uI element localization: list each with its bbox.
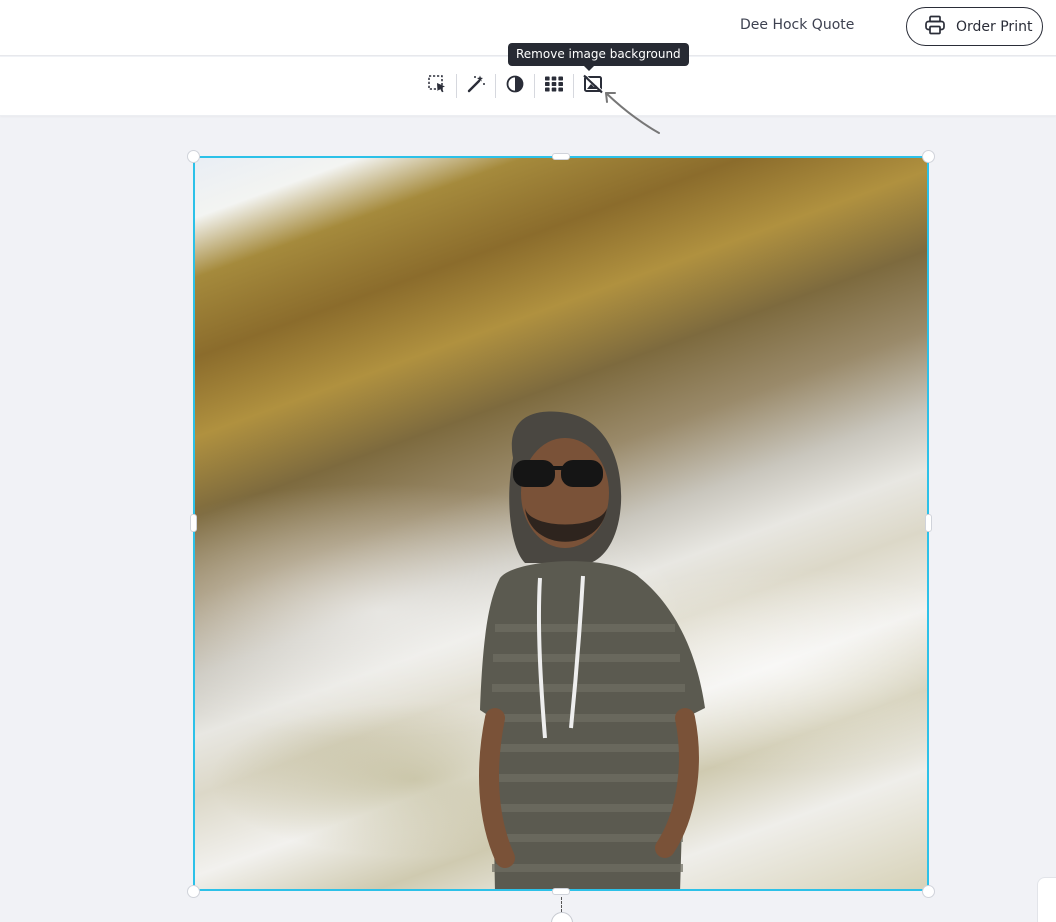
select-area-icon: [427, 74, 447, 98]
rotate-guide-line: [561, 897, 562, 912]
selected-photo[interactable]: [193, 156, 929, 891]
resize-handle-top-right[interactable]: [922, 150, 935, 163]
resize-handle-left[interactable]: [190, 514, 197, 532]
document-title[interactable]: Dee Hock Quote: [740, 17, 854, 33]
toolbar-tools: [418, 71, 612, 101]
printer-icon: [924, 15, 946, 39]
annotation-arrow-icon: [605, 92, 660, 134]
order-print-button[interactable]: Order Print: [906, 7, 1043, 46]
contrast-button[interactable]: [496, 71, 534, 101]
resize-handle-bottom-right[interactable]: [922, 885, 935, 898]
rotate-handle[interactable]: [551, 912, 573, 922]
grid-button[interactable]: [535, 71, 573, 101]
side-panel-widget[interactable]: [1037, 877, 1056, 922]
resize-handle-right[interactable]: [925, 514, 932, 532]
resize-handle-bottom-left[interactable]: [187, 885, 200, 898]
resize-handle-top-left[interactable]: [187, 150, 200, 163]
magic-wand-button[interactable]: [457, 71, 495, 101]
resize-handle-top[interactable]: [552, 153, 570, 160]
grid-icon: [544, 74, 564, 98]
magic-wand-icon: [466, 74, 486, 98]
remove-background-tooltip: Remove image background: [508, 43, 689, 71]
resize-handle-bottom[interactable]: [552, 888, 570, 895]
person-figure: [479, 411, 705, 889]
select-area-button[interactable]: [418, 71, 456, 101]
contrast-icon: [505, 74, 525, 98]
order-print-label: Order Print: [956, 18, 1033, 35]
